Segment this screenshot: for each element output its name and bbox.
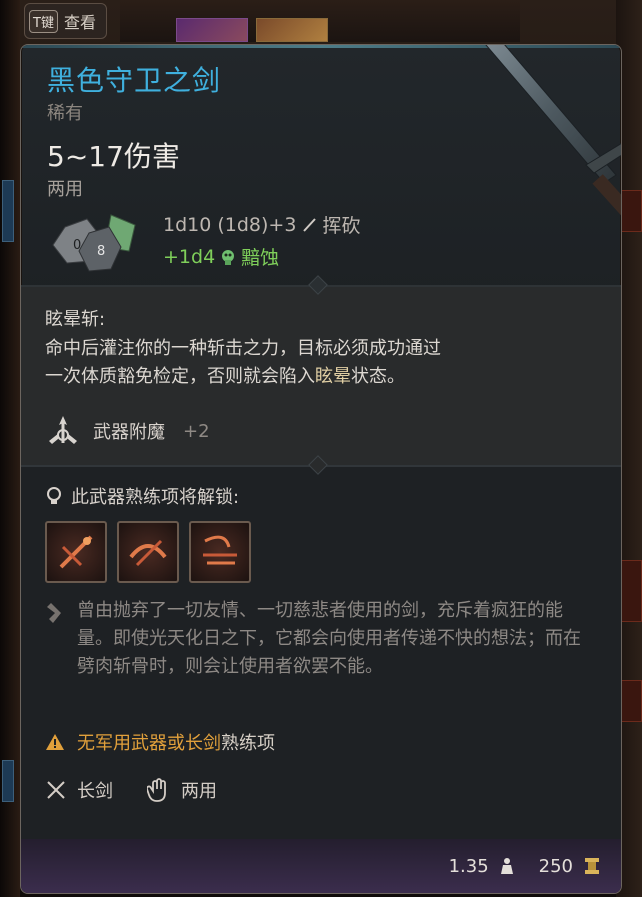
lightbulb-icon [47, 487, 61, 504]
item-tooltip: 黑色守卫之剑 稀有 5~17伤害 两用 0 8 1d10 (1d8)+3 挥砍 … [20, 44, 622, 894]
left-panel-edge [0, 0, 20, 897]
item-rarity: 稀有 [47, 103, 83, 124]
ability-name: 眩晕斩: [45, 309, 106, 330]
enchant-label: 武器附魔 [93, 422, 165, 443]
edge-slot[interactable] [620, 680, 642, 722]
dice-icon: 0 8 [52, 214, 136, 272]
enchant-value: +2 [183, 420, 210, 442]
base-damage-type: 挥砍 [322, 215, 361, 237]
piercing-action-icon[interactable] [117, 521, 179, 583]
cleave-action-icon[interactable] [45, 521, 107, 583]
weapon-enchantment: 武器附魔 +2 [45, 413, 210, 449]
ability-description: 命中后灌注你的一种斩击之力，目标必须成功通过 一次体质豁免检定，否则就会陷入眩晕状… [45, 335, 585, 391]
item-name: 黑色守卫之剑 [47, 64, 222, 97]
inventory-slot[interactable] [176, 18, 248, 42]
longsword-icon [47, 781, 65, 799]
proficiency-header: 此武器熟练项将解锁: [45, 483, 239, 509]
warning-icon [46, 734, 64, 750]
hotkey-label: 查看 [63, 13, 96, 32]
ability-desc-text: 一次体质豁免检定，否则就会陷入 [45, 366, 315, 387]
hand-icon [147, 778, 166, 802]
item-weight: 1.35 [448, 855, 489, 877]
item-footer: 1.35 250 [21, 839, 621, 893]
proficiency-section: 此武器熟练项将解锁: 曾由抛弃了一切友情、一切慈悲者使用的剑，充斥着疯狂的能量。… [21, 455, 621, 885]
flourish-action-icon[interactable] [189, 521, 251, 583]
slashing-icon [303, 217, 317, 232]
item-lore: 曾由抛弃了一切友情、一切慈悲者使用的剑，充斥着疯狂的能量。即使光天化日之下，它都… [45, 597, 601, 681]
base-damage-dice: 1d10 (1d8)+3 [163, 213, 297, 236]
base-damage: 1d10 (1d8)+3 挥砍 [163, 211, 360, 238]
ability-desc-text: 命中后灌注你的一种斩击之力，目标必须成功通过 [45, 338, 441, 359]
divider-notch [308, 275, 328, 295]
warning-text: 军用武器或长剑 [95, 733, 221, 754]
inspect-hotkey[interactable]: T键 查看 [24, 3, 107, 39]
edge-bar [2, 760, 14, 802]
quill-icon [47, 603, 61, 623]
warning-suffix: 熟练项 [221, 733, 275, 754]
necrotic-icon [222, 249, 235, 265]
property-versatile: 两用 [181, 781, 217, 802]
enchant-icon [49, 416, 77, 444]
gold-icon [585, 858, 599, 874]
die-face: 8 [97, 244, 105, 259]
weapon-actions [45, 521, 251, 583]
section-divider [21, 275, 621, 295]
property-longsword: 长剑 [77, 781, 113, 802]
weapon-properties: 长剑 两用 [45, 777, 217, 803]
edge-bar [2, 180, 14, 242]
item-damage: 5~17伤害 [47, 140, 180, 173]
sword-image [485, 45, 621, 218]
edge-slot[interactable] [620, 190, 642, 232]
weight-icon [500, 858, 513, 874]
item-handedness: 两用 [47, 179, 83, 200]
ability-desc-text: 状态。 [351, 366, 405, 387]
section-divider [21, 455, 621, 475]
die-face: 0 [73, 238, 81, 253]
lore-text: 曾由抛弃了一切友情、一切慈悲者使用的剑，充斥着疯狂的能量。即使光天化日之下，它都… [77, 600, 581, 677]
warning-prefix: 无 [77, 733, 95, 754]
ability-section: 眩晕斩: 命中后灌注你的一种斩击之力，目标必须成功通过 一次体质豁免检定，否则就会… [21, 275, 621, 465]
ability-status-keyword[interactable]: 眩晕 [315, 366, 351, 387]
hotkey-key: T键 [29, 9, 58, 33]
bonus-damage-type: 黯蚀 [241, 247, 280, 269]
item-value: 250 [538, 855, 573, 877]
inventory-slot[interactable] [256, 18, 328, 42]
bonus-damage: +1d4 黯蚀 [163, 243, 279, 270]
proficiency-warning: 无军用武器或长剑熟练项 [45, 729, 275, 755]
proficiency-header-text: 此武器熟练项将解锁: [71, 487, 240, 508]
edge-slot[interactable] [620, 560, 642, 622]
bonus-damage-dice: +1d4 [163, 245, 216, 268]
